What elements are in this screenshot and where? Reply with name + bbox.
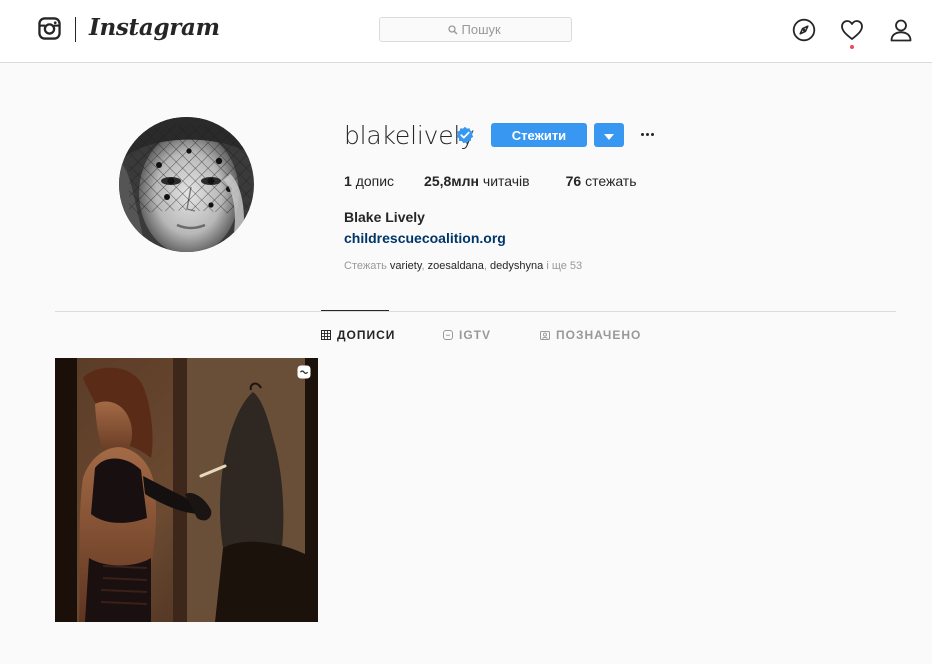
explore-compass-icon[interactable] <box>792 18 816 42</box>
igtv-icon <box>443 330 453 340</box>
followers-count-value: 25,8млн <box>424 173 480 189</box>
suggested-dropdown-button[interactable] <box>594 123 624 147</box>
more-options-button[interactable] <box>637 124 657 144</box>
profile-stats: 1 допис 25,8млн читачів 76 стежать <box>344 173 637 189</box>
post-thumbnail[interactable] <box>55 358 318 622</box>
verified-badge-icon <box>456 126 474 144</box>
search-box[interactable] <box>379 17 572 42</box>
profile-website-link[interactable]: childrescuecoalition.org <box>344 230 506 246</box>
top-navigation-bar: Instagram <box>0 0 932 63</box>
dot <box>640 132 644 136</box>
followed-by-suffix: і ще 53 <box>546 260 583 272</box>
post-image <box>55 358 318 622</box>
following-count-value: 76 <box>565 173 582 189</box>
followed-by-user: zoesaldana <box>427 260 484 272</box>
tab-posts[interactable]: ДОПИСИ <box>321 327 395 343</box>
tab-igtv-label: IGTV <box>459 328 492 342</box>
profile-avatar[interactable] <box>119 117 254 252</box>
dot <box>650 132 654 136</box>
followed-by-user: dedyshyna <box>490 260 544 272</box>
tabs-divider <box>55 311 896 312</box>
follow-button[interactable]: Стежити <box>491 123 587 147</box>
tab-tagged-label: ПОЗНАЧЕНО <box>556 328 642 342</box>
posts-count-value: 1 <box>344 173 352 189</box>
following-count[interactable]: 76 стежать <box>566 173 637 189</box>
search-icon <box>447 24 457 34</box>
search-input[interactable] <box>461 22 504 37</box>
logo-divider <box>75 17 76 42</box>
tagged-icon <box>540 331 550 340</box>
activity-heart-icon[interactable] <box>840 18 864 42</box>
tab-tagged[interactable]: ПОЗНАЧЕНО <box>540 327 641 343</box>
followers-count-label: читачів <box>482 173 530 189</box>
dot <box>645 132 649 136</box>
followed-by-prefix: Стежать <box>344 260 387 272</box>
posts-count[interactable]: 1 допис <box>344 173 394 189</box>
following-count-label: стежать <box>585 173 637 189</box>
tab-igtv[interactable]: IGTV <box>443 327 491 343</box>
caret-down-icon <box>604 133 614 140</box>
followers-count[interactable]: 25,8млн читачів <box>424 173 530 189</box>
video-badge-icon <box>297 365 311 379</box>
instagram-camera-icon[interactable] <box>38 17 61 40</box>
grid-icon <box>321 330 331 340</box>
profile-person-icon[interactable] <box>889 18 913 42</box>
notification-dot <box>850 45 854 49</box>
active-tab-indicator <box>321 310 389 311</box>
profile-full-name: Blake Lively <box>344 209 425 225</box>
posts-count-label: допис <box>355 173 395 189</box>
instagram-wordmark[interactable]: Instagram <box>89 14 220 41</box>
tab-posts-label: ДОПИСИ <box>337 328 396 342</box>
followed-by-line[interactable]: Стежать variety, zoesaldana, dedyshyna і… <box>344 260 582 272</box>
followed-by-user: variety <box>389 260 422 272</box>
